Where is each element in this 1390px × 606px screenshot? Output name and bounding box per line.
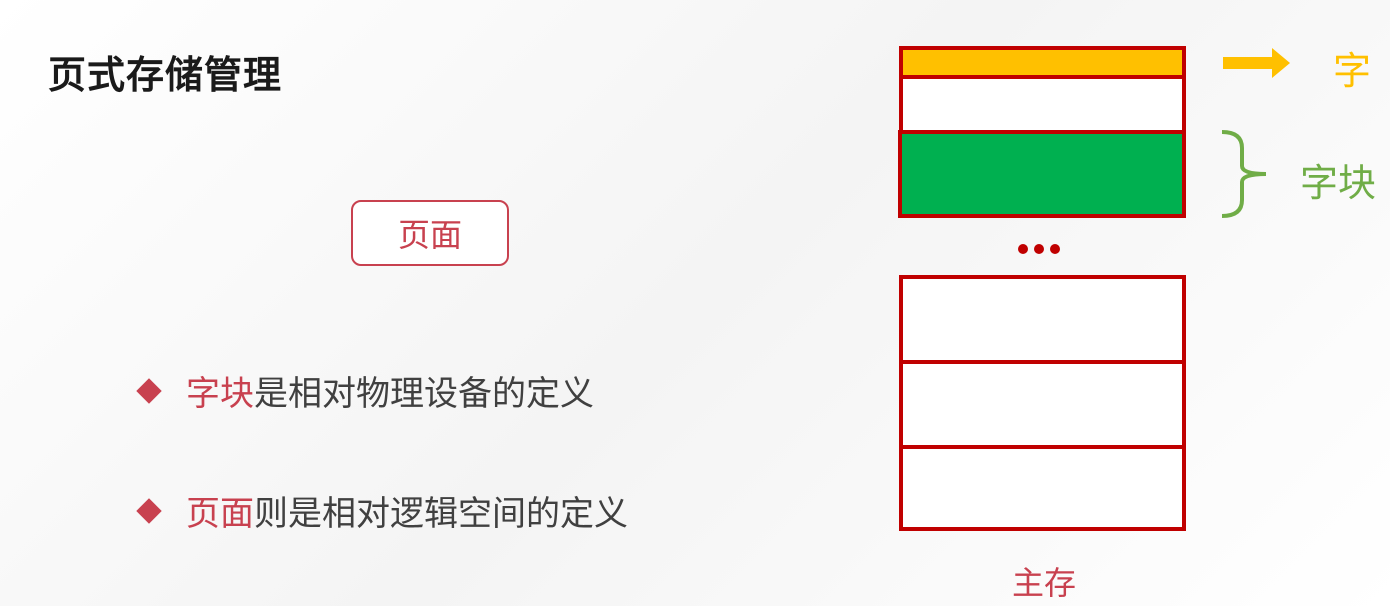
diamond-bullet-icon bbox=[136, 377, 162, 404]
word-label: 字 bbox=[1333, 49, 1372, 93]
bullet-2: 页面 则是相对逻辑空间的定义 bbox=[136, 486, 628, 535]
arrow-right-icon bbox=[1223, 48, 1290, 78]
memory-label: 主存 bbox=[1012, 564, 1077, 602]
memory-block bbox=[899, 360, 1186, 449]
slide-title: 页式存储管理 bbox=[48, 53, 283, 97]
word-cell bbox=[903, 50, 1182, 79]
ellipsis-dot bbox=[1018, 244, 1028, 254]
brace-icon bbox=[1221, 130, 1267, 218]
bullet-highlight: 页面 bbox=[186, 494, 254, 534]
page-box: 页面 bbox=[351, 200, 509, 266]
diamond-bullet-icon bbox=[136, 497, 162, 524]
ellipsis-dot bbox=[1034, 244, 1044, 254]
bullet-text: 是相对物理设备的定义 bbox=[254, 374, 594, 414]
memory-block bbox=[899, 275, 1186, 364]
bullet-1: 字块 是相对物理设备的定义 bbox=[136, 366, 594, 415]
block-cell bbox=[898, 130, 1186, 218]
block-label: 字块 bbox=[1300, 161, 1377, 205]
memory-block bbox=[899, 445, 1186, 531]
bullet-highlight: 字块 bbox=[186, 374, 254, 414]
ellipsis-dot bbox=[1050, 244, 1060, 254]
bullet-text: 则是相对逻辑空间的定义 bbox=[254, 494, 628, 534]
